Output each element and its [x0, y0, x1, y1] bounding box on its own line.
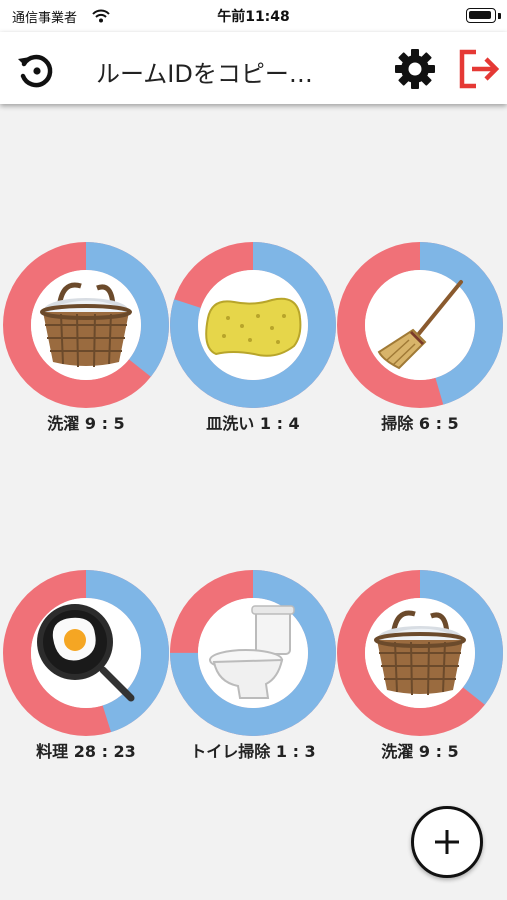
chore-tile[interactable]: 洗濯 9 : 5	[337, 570, 503, 770]
chore-label: 掃除 6 : 5	[381, 414, 459, 433]
chore-tile[interactable]: 料理 28 : 23	[3, 570, 169, 770]
chore-tile[interactable]: 洗濯 9 : 5	[3, 242, 169, 442]
sponge-icon	[205, 297, 302, 357]
copy-room-id-title[interactable]: ルームIDをコピー…	[96, 54, 356, 89]
history-icon	[18, 54, 53, 88]
history-button[interactable]	[12, 46, 60, 94]
chore-label: 皿洗い 1 : 4	[206, 414, 300, 433]
laundry-basket-icon	[40, 282, 132, 368]
plus-icon	[435, 830, 459, 854]
chore-label: トイレ掃除 1 : 3	[190, 742, 316, 761]
chore-tile[interactable]: 皿洗い 1 : 4	[170, 242, 336, 442]
chore-tile[interactable]: トイレ掃除 1 : 3	[170, 570, 336, 770]
chore-tile[interactable]: 掃除 6 : 5	[337, 242, 503, 442]
frying-pan-icon	[37, 604, 135, 702]
laundry-basket-icon	[374, 610, 466, 696]
chore-label: 洗濯 9 : 5	[381, 742, 459, 761]
broom-icon	[377, 280, 463, 370]
app-bar: ルームIDをコピー…	[0, 32, 507, 104]
chore-label: 料理 28 : 23	[36, 742, 136, 761]
logout-icon	[459, 49, 500, 89]
gear-icon	[395, 49, 435, 89]
add-chore-button[interactable]	[411, 806, 483, 878]
battery-tip	[498, 13, 501, 19]
toilet-icon	[209, 605, 295, 699]
status-bar: 通信事業者 午前11:48	[0, 0, 507, 32]
chore-label: 洗濯 9 : 5	[47, 414, 125, 433]
clock: 午前11:48	[217, 9, 290, 25]
battery-icon	[466, 8, 496, 23]
settings-button[interactable]	[390, 44, 440, 94]
logout-button[interactable]	[454, 44, 504, 94]
